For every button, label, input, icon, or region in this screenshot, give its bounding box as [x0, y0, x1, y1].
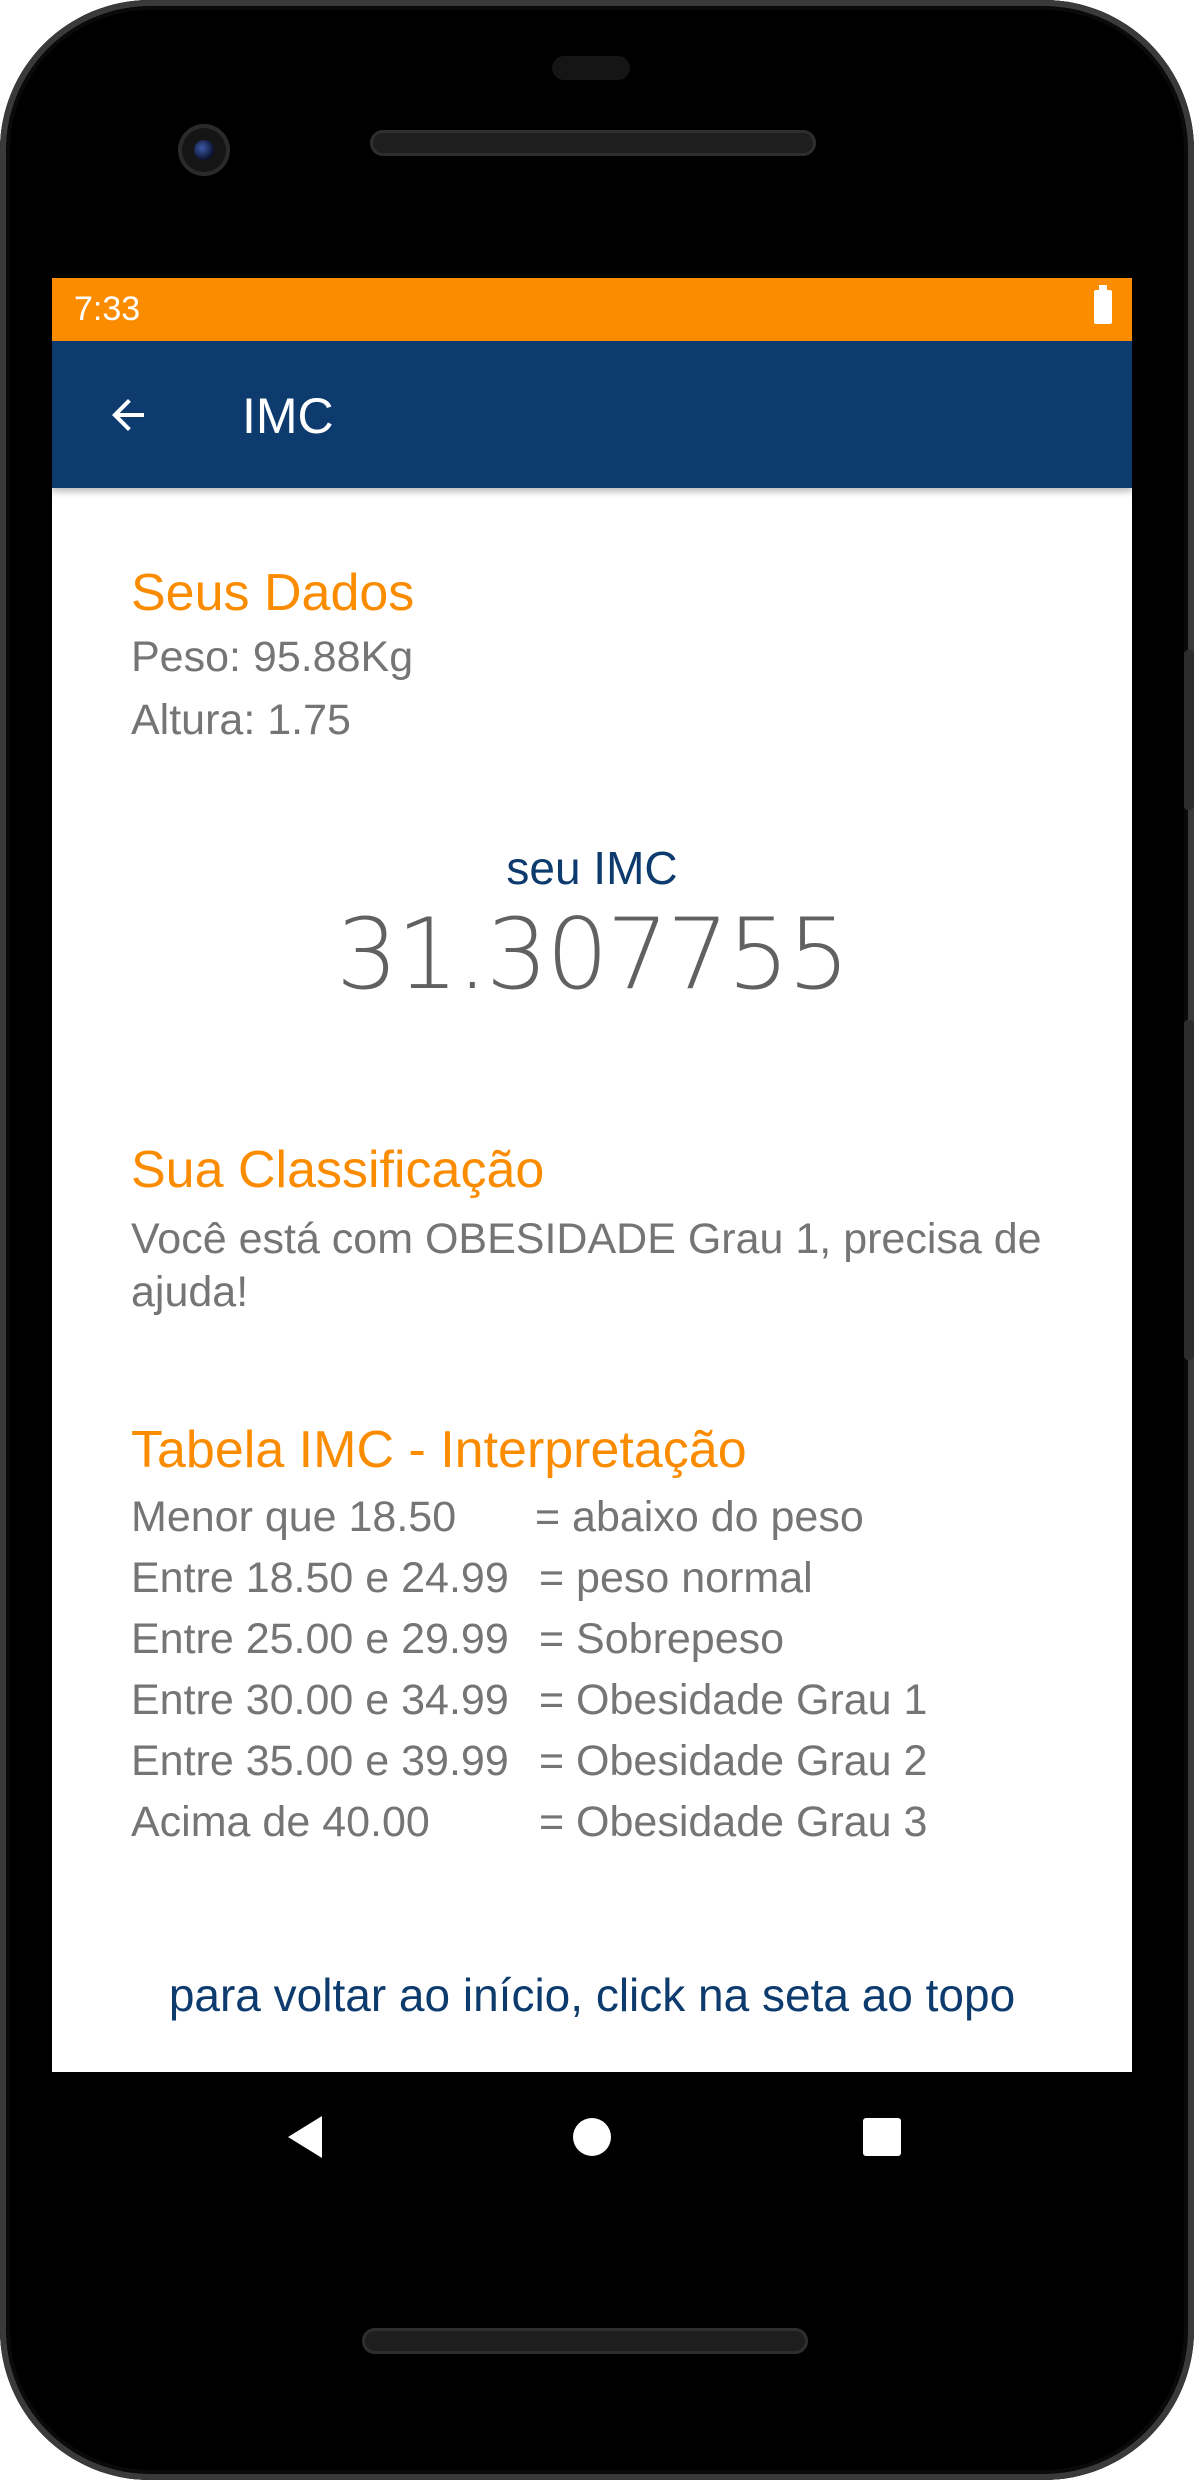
table-range: Entre 30.00 e 34.99 [131, 1676, 509, 1724]
nav-recents-icon[interactable] [847, 2102, 917, 2172]
nav-home-icon[interactable] [557, 2102, 627, 2172]
imc-value: 31.307755 [336, 898, 850, 1012]
nav-back-icon[interactable] [272, 2102, 342, 2172]
table-meaning: = Obesidade Grau 1 [539, 1676, 928, 1724]
table-range: Acima de 40.00 [131, 1798, 430, 1846]
arrow-back-icon [112, 399, 144, 431]
app-title: IMC [242, 388, 334, 444]
earpiece-sensor [552, 56, 630, 80]
weight-text: Peso: 95.88Kg [131, 633, 414, 681]
screen: 7:33 IMC Seus Dados Peso: 95.88Kg Altura… [52, 278, 1132, 2072]
table-meaning: = abaixo do peso [535, 1493, 864, 1541]
table-meaning: = Sobrepeso [539, 1615, 785, 1663]
system-nav-bar [52, 2072, 1132, 2202]
front-camera [178, 124, 230, 176]
status-bar: 7:33 [52, 278, 1132, 341]
status-time: 7:33 [74, 290, 141, 328]
table-heading: Tabela IMC - Interpretação [131, 1421, 747, 1479]
table-meaning: = Obesidade Grau 3 [539, 1798, 928, 1846]
volume-button [1184, 650, 1194, 810]
table-range: Entre 35.00 e 39.99 [131, 1737, 509, 1785]
user-data-heading: Seus Dados [131, 564, 415, 622]
top-speaker-grille [370, 130, 816, 156]
power-button [1184, 1020, 1194, 1360]
table-range: Menor que 18.50 [131, 1493, 457, 1541]
app-bar: IMC [52, 341, 1132, 488]
table-meaning: = Obesidade Grau 2 [539, 1737, 928, 1785]
height-text: Altura: 1.75 [131, 696, 351, 744]
table-meaning: = peso normal [539, 1554, 813, 1602]
footer-hint: para voltar ao início, click na seta ao … [168, 1969, 1016, 2021]
battery-full-icon [1094, 285, 1112, 324]
back-button[interactable] [92, 379, 164, 451]
bottom-speaker-grille [362, 2328, 808, 2354]
table-range: Entre 18.50 e 24.99 [131, 1554, 509, 1602]
classification-heading: Sua Classificação [131, 1141, 545, 1199]
imc-label: seu IMC [506, 842, 678, 894]
classification-text: Você está com OBESIDADE Grau 1, precisa … [131, 1215, 1042, 1316]
table-range: Entre 25.00 e 29.99 [131, 1615, 509, 1663]
